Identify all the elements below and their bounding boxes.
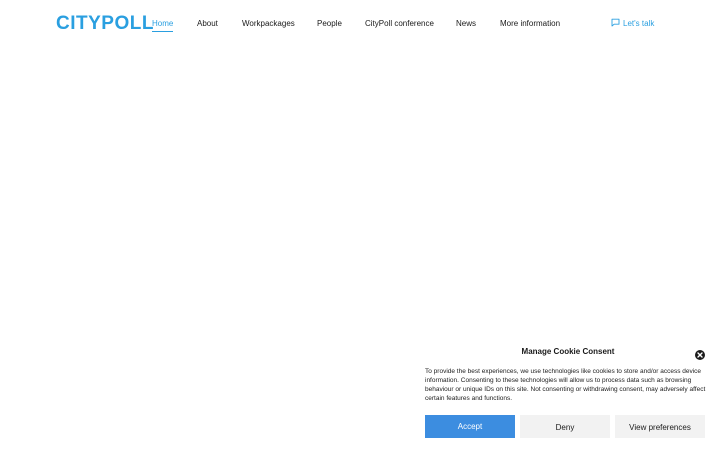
site-header: CITYPOLL Home About Workpackages People … xyxy=(0,0,720,48)
lets-talk-label: Let's talk xyxy=(623,19,655,28)
nav-item-about[interactable]: About xyxy=(197,18,218,30)
nav-item-people[interactable]: People xyxy=(317,18,342,30)
nav-item-home[interactable]: Home xyxy=(152,18,174,32)
nav-item-news[interactable]: News xyxy=(456,18,476,30)
close-icon[interactable] xyxy=(695,347,705,360)
view-preferences-button[interactable]: View preferences xyxy=(615,415,705,438)
nav-item-more-information[interactable]: More information xyxy=(500,18,560,30)
cookie-description: To provide the best experiences, we use … xyxy=(425,368,706,402)
page: CITYPOLL Home About Workpackages People … xyxy=(0,0,720,450)
cookie-consent-banner: Manage Cookie Consent To provide the bes… xyxy=(416,338,720,450)
cookie-title: Manage Cookie Consent xyxy=(521,347,615,356)
nav-item-citypoll-conference[interactable]: CityPoll conference xyxy=(365,18,434,30)
accept-button[interactable]: Accept xyxy=(425,415,515,438)
chat-bubble-icon xyxy=(611,18,620,27)
nav-item-workpackages[interactable]: Workpackages xyxy=(242,18,295,30)
lets-talk-link[interactable]: Let's talk xyxy=(611,18,654,30)
deny-button[interactable]: Deny xyxy=(520,415,610,438)
